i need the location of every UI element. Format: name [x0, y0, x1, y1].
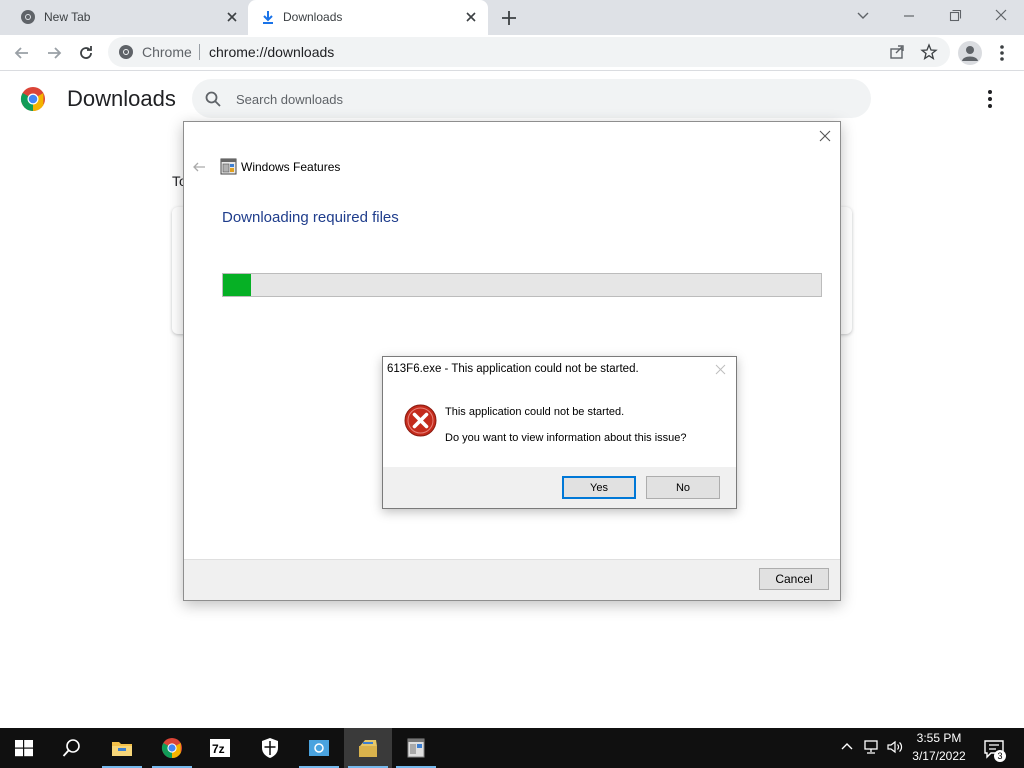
close-icon[interactable] [715, 364, 726, 375]
close-tab-icon[interactable] [463, 9, 479, 25]
no-button[interactable]: No [646, 476, 720, 499]
bookmark-star-icon[interactable] [920, 43, 938, 61]
browser-menu-icon[interactable] [996, 43, 1008, 63]
show-hidden-icons-icon[interactable] [838, 738, 856, 756]
back-arrow-icon[interactable] [192, 160, 206, 174]
progress-fill [223, 274, 252, 296]
taskbar-windows-security[interactable] [246, 728, 294, 768]
error-message: This application could not be started. [445, 406, 625, 418]
page-menu-icon[interactable] [984, 88, 996, 110]
chrome-logo-icon [20, 87, 45, 111]
url-text[interactable]: chrome://downloads [209, 44, 334, 60]
error-dialog-title: 613F6.exe - This application could not b… [387, 363, 639, 375]
back-icon[interactable] [11, 42, 33, 64]
divider [199, 44, 200, 60]
tab-label: New Tab [44, 10, 91, 24]
taskbar: 7z [0, 728, 1024, 768]
start-button[interactable] [0, 728, 48, 768]
error-question: Do you want to view information about th… [445, 432, 687, 444]
svg-text:7z: 7z [212, 742, 225, 756]
error-dialog: 613F6.exe - This application could not b… [382, 356, 737, 509]
taskbar-7zip[interactable]: 7z [196, 728, 244, 768]
clock-time[interactable]: 3:55 PM [900, 731, 978, 745]
search-icon [205, 91, 221, 107]
taskbar-control-panel[interactable] [295, 728, 343, 768]
file-explorer-icon [112, 742, 132, 756]
dialog-footer [184, 559, 840, 600]
installer-icon [359, 740, 377, 757]
taskbar-windows-features[interactable] [392, 728, 440, 768]
notification-count-badge: 3 [994, 750, 1006, 762]
tab-search-icon[interactable] [852, 6, 874, 26]
download-icon [263, 11, 273, 24]
windows-features-icon [220, 158, 237, 175]
cancel-button[interactable]: Cancel [759, 568, 829, 590]
windows-features-icon [407, 738, 425, 758]
clock-date[interactable]: 3/17/2022 [900, 749, 978, 763]
close-tab-icon[interactable] [224, 9, 240, 25]
minimize-icon[interactable] [898, 6, 920, 26]
progress-bar [222, 273, 822, 297]
taskbar-chrome[interactable] [148, 728, 196, 768]
yes-button[interactable]: Yes [562, 476, 636, 499]
page-title: Downloads [67, 86, 176, 111]
tab-label: Downloads [283, 10, 343, 24]
7zip-icon: 7z [210, 739, 230, 757]
close-icon[interactable] [818, 129, 832, 143]
restore-icon[interactable] [944, 6, 966, 26]
search-input[interactable] [236, 89, 836, 109]
taskbar-file-explorer[interactable] [98, 728, 146, 768]
forward-icon[interactable] [43, 42, 65, 64]
control-panel-icon [309, 740, 329, 756]
profile-avatar[interactable] [958, 41, 982, 65]
taskbar-installer[interactable] [344, 728, 392, 768]
browser-toolbar: Chrome chrome://downloads [0, 35, 1024, 71]
search-downloads-box[interactable] [192, 79, 871, 118]
chrome-icon [161, 738, 182, 759]
search-icon [62, 739, 80, 757]
chrome-icon [21, 10, 35, 24]
start-icon [15, 740, 33, 757]
tab-strip: New Tab Downloads [0, 0, 1024, 35]
tab-downloads[interactable]: Downloads [248, 0, 488, 35]
new-tab-button[interactable] [499, 8, 519, 28]
taskbar-search-button[interactable] [48, 728, 96, 768]
error-icon [404, 404, 437, 437]
tab-new-tab[interactable]: New Tab [0, 0, 246, 35]
address-bar[interactable]: Chrome chrome://downloads [108, 37, 950, 67]
share-icon[interactable] [888, 43, 906, 61]
security-icon [262, 738, 278, 758]
close-window-icon[interactable] [990, 6, 1012, 26]
chrome-icon [119, 45, 133, 59]
dialog-title: Windows Features [241, 160, 341, 174]
dialog-heading: Downloading required files [222, 209, 399, 226]
network-icon[interactable] [862, 738, 880, 756]
site-name: Chrome [142, 44, 192, 60]
person-icon [962, 46, 978, 61]
reload-icon[interactable] [75, 42, 97, 64]
